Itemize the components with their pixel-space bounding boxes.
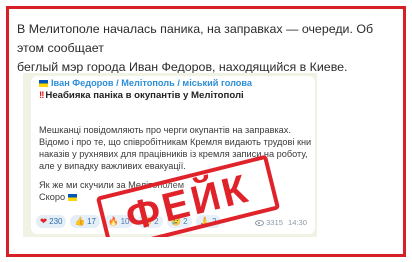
post-body-line: Відомо і про те, що співробітникам Кремл… [39, 137, 311, 147]
article-text: В Мелитополе началась паника, на заправк… [17, 20, 389, 77]
heart-icon: ❤ [40, 216, 48, 226]
post-body-line: наказів у рухнявих для працівників із кр… [39, 149, 308, 159]
post-headline: !! Неабияка паніка в окупантів у Мелітопо… [39, 90, 244, 101]
reaction-thumbs-up[interactable]: 👍 17 [70, 215, 100, 228]
views: 3315 [254, 218, 283, 227]
post-body-line: Мешканці повідомляють про черги окупанті… [39, 125, 291, 135]
eye-icon [254, 220, 264, 226]
channel-name-text: Іван Федоров / Мелітополь / міський голо… [51, 78, 253, 88]
channel-name[interactable]: Іван Федоров / Мелітополь / міський голо… [39, 78, 252, 88]
double-exclamation-icon: !! [39, 90, 44, 101]
ukraine-flag-icon [39, 80, 48, 87]
post-meta: 3315 14:30 [254, 218, 307, 227]
thumbs-up-icon: 👍 [74, 216, 86, 226]
telegram-screenshot: Іван Федоров / Мелітополь / міський голо… [23, 73, 317, 237]
ukraine-flag-icon [67, 194, 77, 201]
reaction-heart[interactable]: ❤ 230 [36, 215, 67, 228]
views-count: 3315 [266, 218, 283, 227]
post-headline-text: Неабияка паніка в окупантів у Мелітополі [45, 90, 244, 101]
article-line-1: В Мелитополе началась паника, на заправк… [17, 22, 374, 55]
closing-line-2-text: Скоро [39, 192, 66, 202]
reaction-count: 17 [87, 217, 96, 226]
post-body: Мешканці повідомляють про черги окупанті… [39, 124, 311, 172]
post-time: 14:30 [287, 218, 307, 227]
reaction-count: 230 [49, 217, 63, 226]
